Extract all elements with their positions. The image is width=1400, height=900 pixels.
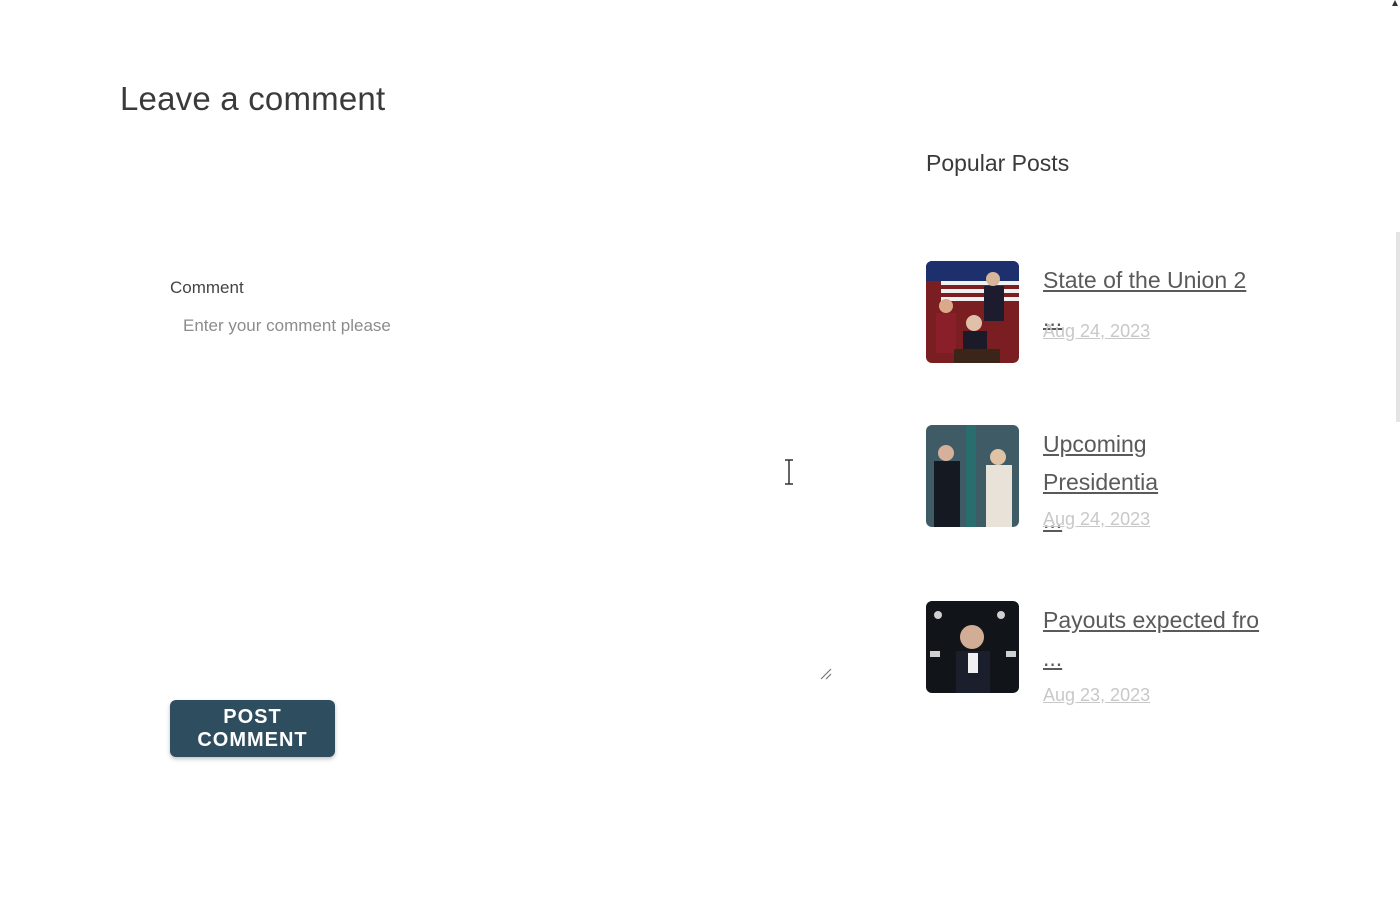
post-thumbnail-image[interactable] bbox=[926, 261, 1019, 363]
section-title: Leave a comment bbox=[120, 80, 386, 117]
post-thumbnail-image[interactable] bbox=[926, 601, 1019, 693]
post-date: Aug 24, 2023 bbox=[1043, 509, 1151, 529]
post-title-line[interactable]: Payouts expected fro bbox=[1043, 601, 1263, 639]
comment-label: Comment bbox=[170, 278, 244, 297]
post-thumbnail-image[interactable] bbox=[926, 425, 1019, 527]
resize-handle-icon[interactable] bbox=[818, 666, 832, 680]
post-comment-button[interactable]: POST COMMENT bbox=[170, 700, 335, 757]
post-title-line[interactable]: ... bbox=[1043, 639, 1263, 677]
popular-post-item[interactable]: Payouts expected fro ... Aug 23, 2023 bbox=[926, 601, 1346, 711]
sidebar-title: Popular Posts bbox=[926, 150, 1070, 176]
post-date: Aug 24, 2023 bbox=[1043, 321, 1151, 341]
comment-form: Comment bbox=[170, 278, 835, 666]
popular-post-item[interactable]: Upcoming Presidentia ... Aug 24, 2023 bbox=[926, 425, 1346, 545]
post-title-link[interactable]: Payouts expected fro ... bbox=[1043, 601, 1263, 677]
post-title-line[interactable]: Upcoming Presidentia bbox=[1043, 425, 1263, 501]
scrollbar[interactable] bbox=[1396, 232, 1400, 422]
comment-textarea[interactable] bbox=[170, 316, 835, 666]
text-cursor-icon bbox=[785, 459, 793, 485]
post-date: Aug 23, 2023 bbox=[1043, 685, 1151, 705]
popular-post-item[interactable]: State of the Union 2 ... Aug 24, 2023 bbox=[926, 261, 1346, 366]
caret-up-icon bbox=[1392, 0, 1398, 6]
page: Leave a comment Comment POST COMMENT Pop… bbox=[0, 0, 1400, 900]
